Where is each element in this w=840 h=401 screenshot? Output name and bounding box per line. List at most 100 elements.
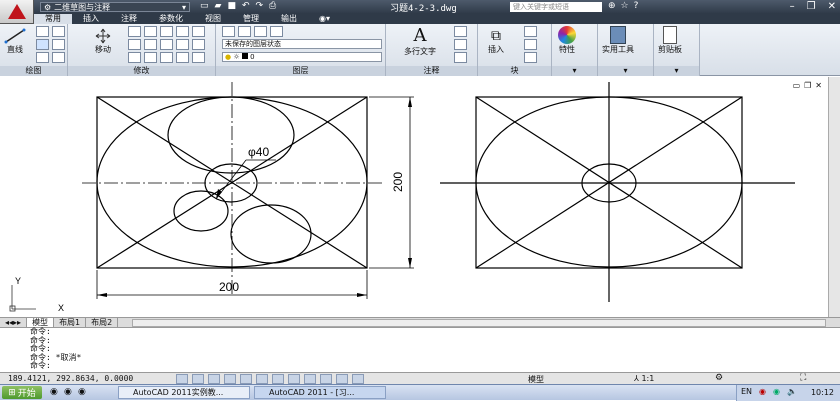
tab-model[interactable]: 模型 [27, 317, 55, 328]
tray-icon[interactable]: ◉ [773, 387, 780, 396]
quick-launch-icon[interactable]: ◉ [50, 387, 58, 397]
redo-icon[interactable]: ↷ [256, 1, 264, 11]
scale-icon[interactable] [176, 39, 189, 50]
lineweight-toggle[interactable] [304, 374, 316, 384]
mtext-button[interactable]: A 多行文字 [404, 26, 436, 57]
ime-icon[interactable]: EN [741, 387, 752, 396]
tab-parametric[interactable]: 参数化 [148, 14, 194, 24]
top-circle[interactable] [167, 96, 295, 174]
clock[interactable]: 10:12 [811, 388, 834, 397]
quick-launch-icon[interactable]: ◉ [78, 387, 86, 397]
mirror-icon[interactable] [192, 26, 205, 37]
dyn-toggle[interactable] [288, 374, 300, 384]
annotation-scale[interactable]: ⅄ 1:1 [634, 374, 654, 383]
utilities-button[interactable]: 实用工具 [602, 26, 634, 55]
tab-extra-toggle[interactable]: ◉▾ [308, 14, 341, 24]
quick-launch-icon[interactable]: ◉ [64, 387, 72, 397]
command-window[interactable]: 命令: 命令: 命令: 命令: *取消* 命令: [0, 327, 840, 372]
draw-panel-label[interactable]: 绘图 [0, 66, 67, 76]
arc-icon[interactable] [52, 26, 65, 37]
chamfer-icon[interactable] [192, 52, 205, 63]
snap-toggle[interactable] [176, 374, 188, 384]
tab-view[interactable]: 视图 [194, 14, 232, 24]
restore-icon[interactable]: ❐ [807, 1, 816, 12]
tab-output[interactable]: 输出 [270, 14, 308, 24]
close-icon[interactable]: ✕ [828, 1, 836, 12]
binoculars-icon[interactable]: ⊕ [608, 1, 616, 11]
stretch-icon[interactable] [160, 39, 173, 50]
volume-icon[interactable]: 🔈 [787, 387, 797, 396]
grid-toggle[interactable] [192, 374, 204, 384]
move-button[interactable]: 移动 [94, 28, 112, 55]
break-icon[interactable] [160, 52, 173, 63]
clipboard-button[interactable]: 剪贴板 [658, 26, 682, 55]
annotation-panel-label[interactable]: 注释 [386, 66, 477, 76]
trim-icon[interactable] [144, 26, 157, 37]
layer-freeze-icon[interactable] [270, 26, 283, 37]
layer-properties-icon[interactable] [222, 26, 235, 37]
minimize-icon[interactable]: – [790, 1, 795, 12]
tab-annotate[interactable]: 注释 [110, 14, 148, 24]
viewport-minimize-icon[interactable]: ▭ [793, 81, 801, 90]
quick-properties-toggle[interactable] [336, 374, 348, 384]
rectangle-icon[interactable] [52, 39, 65, 50]
insert-block-button[interactable]: ⧉ 插入 [488, 28, 504, 55]
create-block-icon[interactable] [524, 26, 537, 37]
viewport-close-icon[interactable]: ✕ [815, 81, 822, 90]
offset-icon[interactable] [128, 52, 141, 63]
help-icon[interactable]: ? [634, 1, 639, 11]
extend-icon[interactable] [144, 52, 157, 63]
ellipse-icon[interactable] [36, 52, 49, 63]
taskbar-item-active[interactable]: AutoCAD 2011 - [习... [254, 386, 386, 399]
fullscreen-icon[interactable]: ⛶ [800, 373, 806, 383]
search-input[interactable]: 键入关键字或短语 [510, 2, 602, 12]
utilities-dropdown[interactable]: ▾ [598, 66, 653, 76]
start-button[interactable]: ⊞ 开始 [2, 386, 42, 399]
erase-icon[interactable] [160, 26, 173, 37]
properties-button[interactable]: 特性 [558, 26, 576, 55]
clipboard-dropdown[interactable]: ▾ [654, 66, 699, 76]
modify-panel-label[interactable]: 修改 [68, 66, 215, 76]
taskbar-item[interactable]: AutoCAD 2011实例教... [118, 386, 250, 399]
tab-manage[interactable]: 管理 [232, 14, 270, 24]
fillet-icon[interactable] [128, 39, 141, 50]
otrack-toggle[interactable] [256, 374, 268, 384]
block-panel-label[interactable]: 块 [478, 66, 551, 76]
layers-panel-label[interactable]: 图层 [216, 66, 385, 76]
tab-home[interactable]: 常用 [34, 14, 72, 24]
save-icon[interactable]: ■ [227, 1, 236, 11]
open-folder-icon[interactable]: ▰ [215, 1, 222, 11]
dimension-icon[interactable] [454, 26, 467, 37]
tab-nav-arrows[interactable]: ◂◂▸▸ [0, 317, 28, 328]
hatch-icon[interactable] [52, 52, 65, 63]
workspace-switcher[interactable]: ⚙ 二维草图与注释 ▾ [40, 2, 190, 12]
transparency-toggle[interactable] [320, 374, 332, 384]
osnap-toggle[interactable] [240, 374, 252, 384]
edit-block-icon[interactable] [524, 39, 537, 50]
drawing-area[interactable]: φ40 200 200 Y X ▭ ❐ ✕ [0, 77, 828, 317]
drawing-canvas[interactable]: φ40 200 200 Y X [0, 77, 828, 317]
polyline-icon[interactable] [36, 26, 49, 37]
left-small-circle[interactable] [173, 190, 229, 232]
leader-icon[interactable] [454, 39, 467, 50]
properties-dropdown[interactable]: ▾ [552, 66, 597, 76]
array-icon[interactable] [192, 39, 205, 50]
layer-state-dropdown[interactable]: 未保存的图层状态 [222, 39, 382, 49]
workspace-gear-icon[interactable]: ⚙ [715, 373, 723, 383]
application-menu-button[interactable] [0, 0, 34, 24]
tab-insert[interactable]: 插入 [72, 14, 110, 24]
ducs-toggle[interactable] [272, 374, 284, 384]
line-button[interactable]: 直线 [4, 28, 26, 55]
undo-icon[interactable]: ↶ [242, 1, 250, 11]
table-icon[interactable] [454, 52, 467, 63]
layer-isolate-icon[interactable] [254, 26, 267, 37]
block-attribute-icon[interactable] [524, 52, 537, 63]
explode-icon[interactable] [144, 39, 157, 50]
polar-toggle[interactable] [224, 374, 236, 384]
lower-circle[interactable] [230, 204, 312, 264]
new-file-icon[interactable]: ▭ [200, 1, 209, 11]
star-icon[interactable]: ☆ [621, 1, 629, 11]
vertical-scrollbar[interactable] [828, 77, 840, 317]
tab-layout1[interactable]: 布局1 [54, 317, 87, 328]
layer-dropdown[interactable]: ● ☼ 0 [222, 52, 382, 62]
